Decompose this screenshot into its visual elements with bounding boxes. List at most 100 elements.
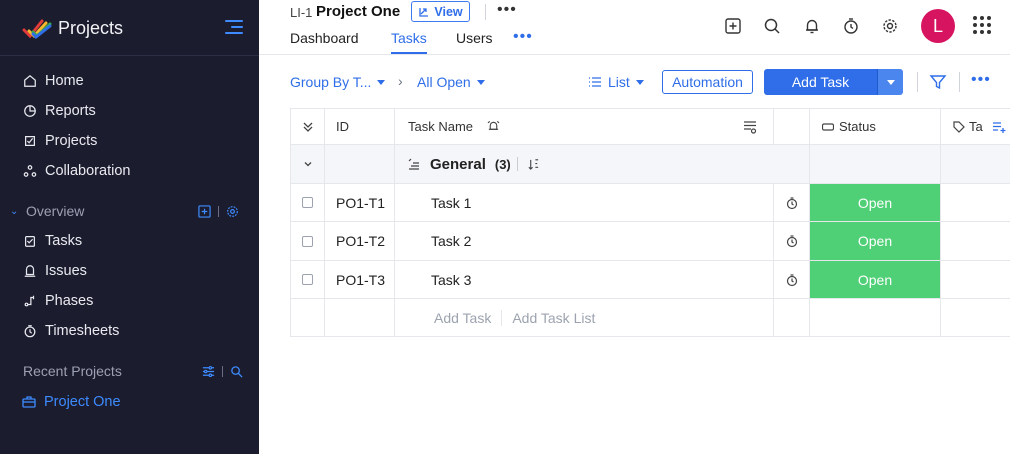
phases-icon xyxy=(22,293,38,309)
bell-icon[interactable] xyxy=(802,16,822,36)
row-checkbox-cell[interactable] xyxy=(290,184,325,221)
more-options-icon[interactable]: ••• xyxy=(497,2,517,18)
gear-icon[interactable] xyxy=(226,205,239,218)
expand-all-cell[interactable] xyxy=(290,109,325,144)
add-task-dropdown[interactable] xyxy=(877,69,903,95)
status-badge[interactable]: Open xyxy=(810,261,941,298)
avatar[interactable]: L xyxy=(921,9,955,43)
task-id[interactable]: PO1-T3 xyxy=(325,261,395,298)
project-title[interactable]: Project One xyxy=(316,3,400,20)
sidebar: Projects Home Reports Projects Collabora… xyxy=(0,0,259,454)
row-checkbox[interactable] xyxy=(302,235,313,247)
automation-button[interactable]: Automation xyxy=(662,70,753,94)
timer-cell[interactable] xyxy=(774,222,810,260)
table-row[interactable]: PO1-T2 Task 2 Open xyxy=(290,222,1010,261)
column-header-status[interactable]: Status xyxy=(810,109,941,144)
add-icon[interactable] xyxy=(198,204,211,218)
sidebar-item-reports[interactable]: Reports xyxy=(22,101,96,121)
brand[interactable]: Projects xyxy=(22,14,123,42)
add-row-actions: Add Task Add Task List xyxy=(395,299,774,336)
group-collapse-cell[interactable] xyxy=(290,145,325,183)
toolbar-more-icon[interactable]: ••• xyxy=(971,71,991,89)
task-name[interactable]: Task 2 xyxy=(395,222,774,260)
column-header-timer xyxy=(774,109,810,144)
list-view-dropdown[interactable]: List xyxy=(588,74,644,90)
tabs-more-icon[interactable]: ••• xyxy=(513,28,533,46)
group-by-dropdown[interactable]: Group By T... xyxy=(290,74,386,90)
row-checkbox[interactable] xyxy=(302,197,313,208)
chevron-right-icon: › xyxy=(398,73,403,89)
task-name[interactable]: Task 3 xyxy=(395,261,774,298)
sidebar-item-timesheets[interactable]: Timesheets xyxy=(22,321,119,341)
tab-users[interactable]: Users xyxy=(456,30,493,54)
tags-cell[interactable] xyxy=(941,184,1010,221)
sidebar-item-projects[interactable]: Projects xyxy=(22,131,97,151)
timer-icon[interactable] xyxy=(841,16,861,36)
sidebar-item-collaboration[interactable]: Collaboration xyxy=(22,161,130,181)
header-separator xyxy=(485,4,486,20)
timer-cell[interactable] xyxy=(774,261,810,298)
reports-icon xyxy=(22,103,38,119)
collaboration-icon xyxy=(22,163,38,179)
sidebar-item-label: Collaboration xyxy=(45,163,131,179)
sidebar-item-label: Projects xyxy=(45,133,98,149)
timesheets-icon xyxy=(22,323,38,339)
sidebar-item-home[interactable]: Home xyxy=(22,71,84,91)
toolbar-separator xyxy=(917,72,918,92)
sort-icon[interactable] xyxy=(527,158,540,171)
sidebar-item-tasks[interactable]: Tasks xyxy=(22,231,82,251)
column-header-id[interactable]: ID xyxy=(325,109,395,144)
collapse-menu-icon[interactable] xyxy=(225,19,243,35)
sidebar-item-phases[interactable]: Phases xyxy=(22,291,93,311)
status-field-icon xyxy=(822,122,834,131)
projects-icon xyxy=(22,133,38,149)
timer-cell[interactable] xyxy=(774,184,810,221)
column-settings-icon[interactable] xyxy=(743,120,757,134)
view-button[interactable]: View xyxy=(411,1,470,22)
group-row[interactable]: General (3) xyxy=(290,145,1010,184)
view-button-label: View xyxy=(434,4,463,19)
sidebar-item-issues[interactable]: Issues xyxy=(22,261,87,281)
column-header-task-name[interactable]: Task Name xyxy=(395,109,774,144)
row-checkbox-cell[interactable] xyxy=(290,261,325,298)
search-icon[interactable] xyxy=(230,365,243,378)
row-checkbox[interactable] xyxy=(302,274,313,285)
tab-tasks[interactable]: Tasks xyxy=(391,30,427,54)
column-header-tags[interactable]: Ta xyxy=(941,109,1010,144)
gear-icon[interactable] xyxy=(880,16,900,36)
table-row[interactable]: PO1-T1 Task 1 Open xyxy=(290,184,1010,222)
add-row-spacer xyxy=(941,299,1010,336)
status-badge[interactable]: Open xyxy=(810,184,941,221)
add-column-icon[interactable] xyxy=(992,120,1006,134)
status-badge[interactable]: Open xyxy=(810,222,941,260)
task-name[interactable]: Task 1 xyxy=(395,184,774,221)
search-icon[interactable] xyxy=(762,16,782,36)
task-name-header-label: Task Name xyxy=(408,119,474,134)
sidebar-item-label: Home xyxy=(45,73,84,89)
tab-dashboard[interactable]: Dashboard xyxy=(290,30,359,54)
apps-grid-icon[interactable] xyxy=(973,16,991,34)
row-checkbox-cell[interactable] xyxy=(290,222,325,260)
tags-cell[interactable] xyxy=(941,261,1010,298)
filter-icon[interactable] xyxy=(929,73,947,91)
view-filter-dropdown[interactable]: All Open xyxy=(417,74,485,90)
sliders-icon[interactable] xyxy=(202,365,215,378)
overview-section-header[interactable]: ⌄ Overview xyxy=(10,201,249,221)
recent-project-item[interactable]: Project One xyxy=(22,392,121,412)
task-id[interactable]: PO1-T1 xyxy=(325,184,395,221)
add-row-spacer xyxy=(774,299,810,336)
add-new-icon[interactable] xyxy=(723,16,743,36)
task-id[interactable]: PO1-T2 xyxy=(325,222,395,260)
add-task-link[interactable]: Add Task xyxy=(434,310,491,326)
add-task-row: Add Task Add Task List xyxy=(290,299,1010,337)
add-task-button[interactable]: Add Task xyxy=(764,69,877,95)
status-header-label: Status xyxy=(839,119,876,134)
caret-down-icon xyxy=(635,79,644,85)
overview-label: Overview xyxy=(26,203,85,219)
group-by-label: Group By T... xyxy=(290,74,372,90)
tags-cell[interactable] xyxy=(941,222,1010,260)
briefcase-icon xyxy=(22,396,36,408)
table-row[interactable]: PO1-T3 Task 3 Open xyxy=(290,261,1010,299)
add-task-list-link[interactable]: Add Task List xyxy=(512,310,595,326)
tasks-icon xyxy=(22,233,38,249)
